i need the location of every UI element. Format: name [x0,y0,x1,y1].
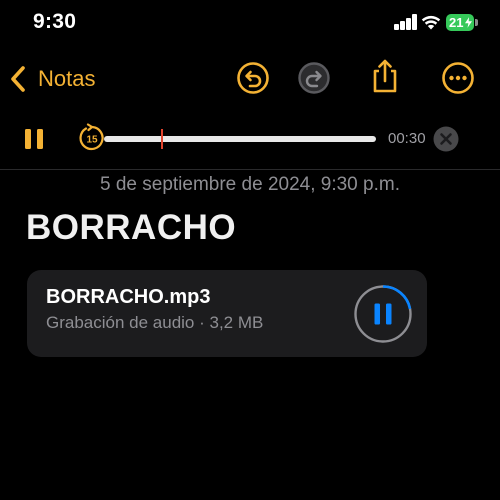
playback-progress-track[interactable] [104,136,376,142]
attachment-meta: Grabación de audio · 3,2 MB [46,313,264,332]
charging-bolt-icon [464,16,473,29]
player-divider [0,169,500,170]
status-bar: 9:30 21 [0,0,500,46]
undo-icon[interactable] [235,60,271,96]
more-icon[interactable] [440,60,476,96]
note-date: 5 de septiembre de 2024, 9:30 p.m. [100,174,400,195]
playback-duration: 00:30 [388,130,426,147]
audio-player-bar: 15 00:30 [0,118,500,160]
share-icon[interactable] [367,58,403,94]
audio-attachment-card[interactable]: BORRACHO.mp3 Grabación de audio · 3,2 MB [27,270,427,357]
note-title[interactable]: BORRACHO [26,208,236,248]
playback-position-marker[interactable] [161,129,164,149]
redo-icon[interactable] [296,60,332,96]
nav-bar: Notas [0,52,500,106]
attachment-pause-icon [374,303,380,325]
battery-level: 21 [449,15,464,30]
attachment-pause-button[interactable] [352,283,414,345]
skip-seconds-label: 15 [86,135,98,146]
close-icon[interactable] [433,126,459,152]
cellular-signal-icon [394,14,418,30]
pause-icon[interactable] [22,127,46,151]
back-button[interactable]: Notas [8,60,95,98]
skip-back-15-icon[interactable]: 15 [77,123,107,153]
attachment-file-name: BORRACHO.mp3 [46,286,211,308]
wifi-icon [421,15,441,30]
chevron-left-icon [11,66,25,92]
back-label: Notas [38,66,96,91]
status-time: 9:30 [33,10,77,33]
battery-icon: 21 [446,14,478,31]
